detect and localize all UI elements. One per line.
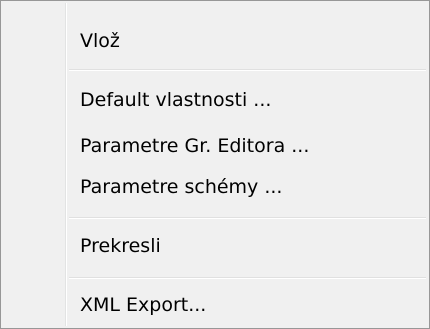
menu-item-default-vlastnosti[interactable]: Default vlastnosti ... [1, 80, 429, 120]
menu-item-label: XML Export... [80, 294, 207, 316]
menu-item-label: Default vlastnosti ... [80, 89, 272, 111]
menu-item-parametre-gr-editora[interactable]: Parametre Gr. Editora ... [1, 126, 429, 166]
menu-item-label: Prekresli [80, 235, 161, 257]
menu-item-label: Parametre schémy ... [80, 176, 283, 198]
menu-item-parametre-schemy[interactable]: Parametre schémy ... [1, 167, 429, 207]
menu-item-label: Parametre Gr. Editora ... [80, 135, 310, 157]
menu-item-prekresli[interactable]: Prekresli [1, 226, 429, 266]
context-menu: Vlož Default vlastnosti ... Parametre Gr… [0, 0, 430, 329]
menu-separator [69, 217, 426, 219]
menu-item-label: Vlož [80, 30, 120, 52]
menu-separator [69, 277, 426, 279]
menu-item-vloz[interactable]: Vlož [1, 21, 429, 61]
menu-item-xml-export[interactable]: XML Export... [1, 285, 429, 325]
menu-separator [69, 69, 426, 71]
